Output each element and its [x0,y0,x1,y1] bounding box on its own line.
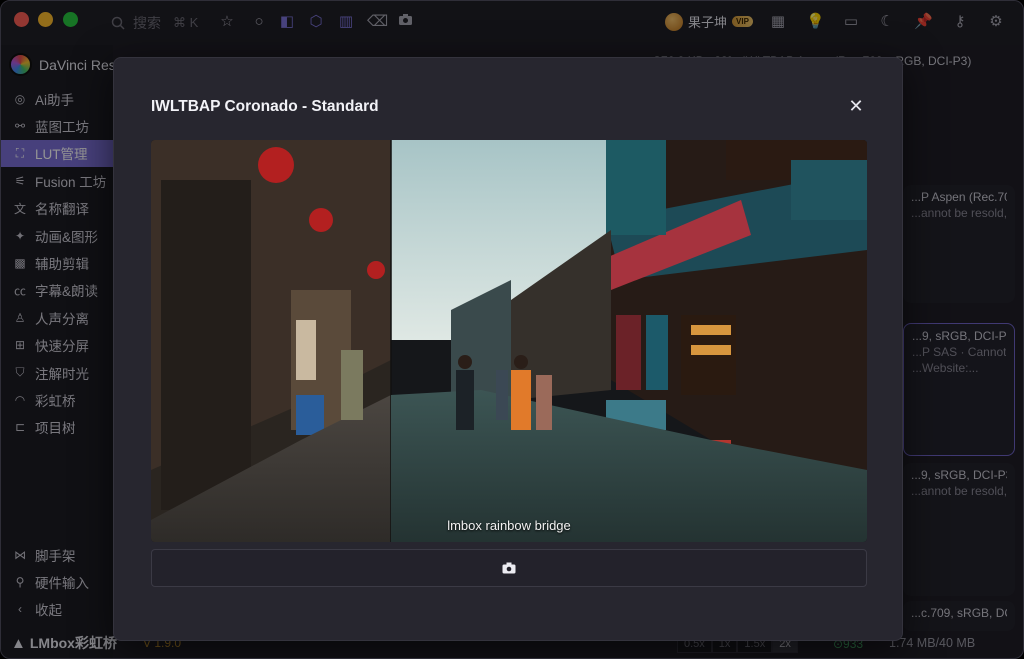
app-window: 搜索 ⌘ K ☆ ○ ◧ ⬡ ▥ ⌫ 果子坤 VIP ▦ 💡 ▭ ☾ 📌 ⚷ ⚙… [0,0,1024,659]
snapshot-button[interactable] [151,549,867,587]
street-scene-image [151,140,867,542]
lut-preview-image[interactable]: lmbox rainbow bridge [151,140,867,542]
lut-preview-modal: IWLTBAP Coronado - Standard ✕ lmbox rain… [113,57,903,641]
modal-title: IWLTBAP Coronado - Standard [151,98,379,115]
camera-icon [502,562,516,574]
preview-caption: lmbox rainbow bridge [447,518,571,533]
close-icon[interactable]: ✕ [846,96,866,116]
